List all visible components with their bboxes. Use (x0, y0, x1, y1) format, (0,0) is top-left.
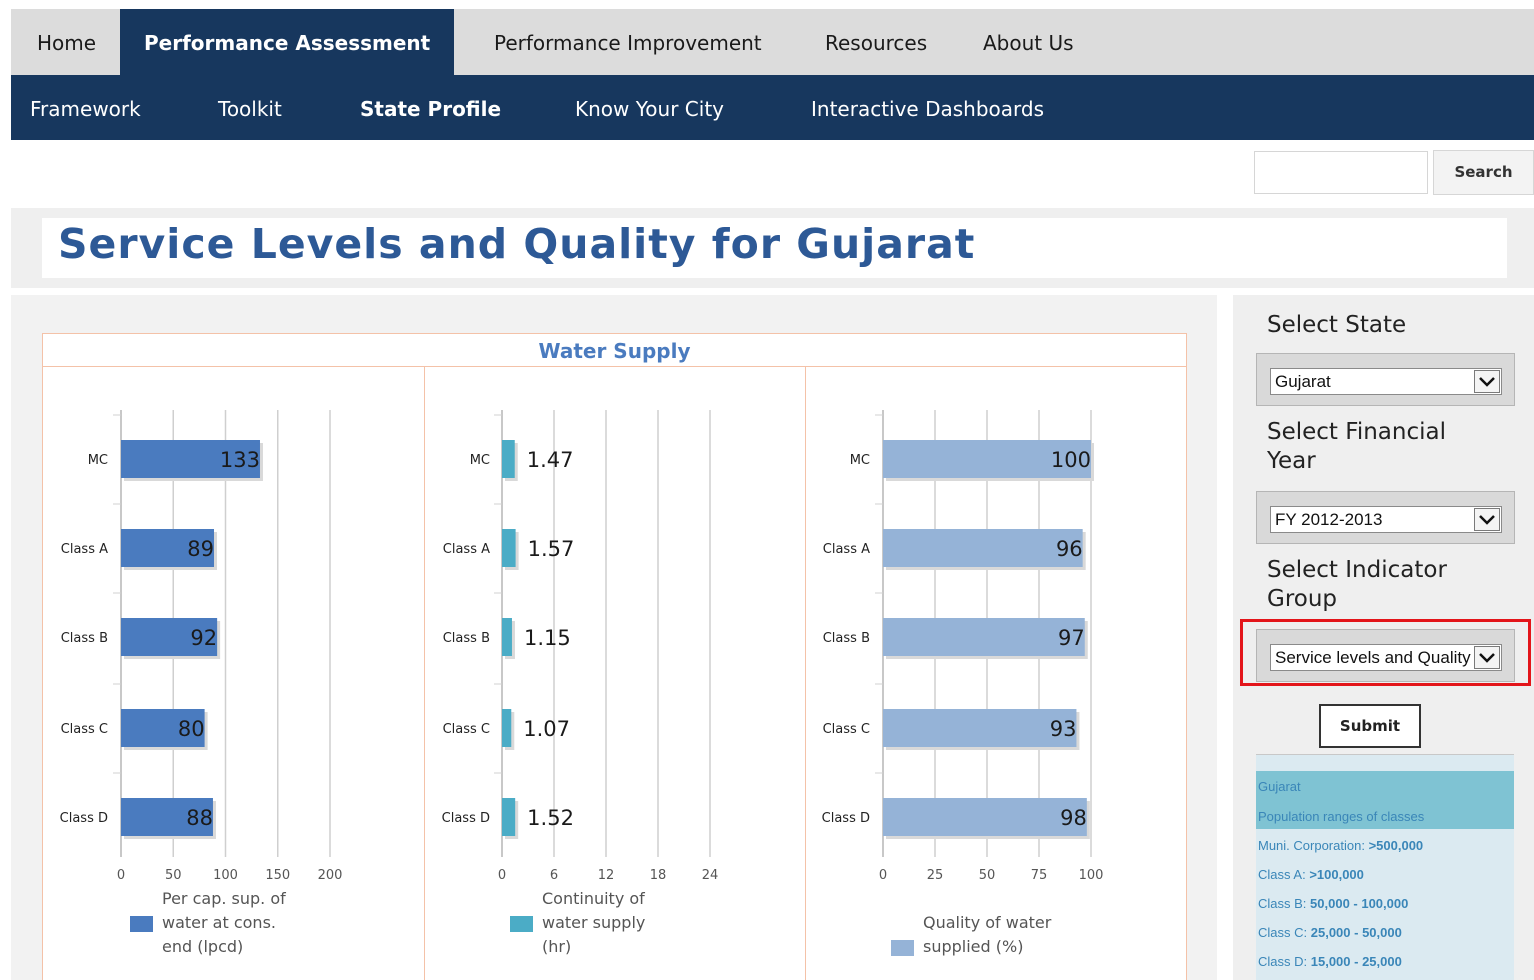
subnav-interactive-dashboards[interactable]: Interactive Dashboards (811, 75, 1044, 140)
select-year-label-line: Select Financial (1267, 419, 1446, 445)
search-input[interactable] (1254, 151, 1428, 194)
nav-performance-improvement[interactable]: Performance Improvement (494, 9, 762, 75)
primary-nav: Home Performance Assessment Performance … (11, 9, 1534, 75)
submit-button[interactable]: Submit (1319, 704, 1421, 748)
select-year-label-line: Year (1267, 448, 1316, 474)
subnav-toolkit[interactable]: Toolkit (218, 75, 282, 140)
info-row: Class D: 15,000 - 25,000 (1258, 954, 1402, 969)
info-state: Gujarat (1258, 779, 1301, 794)
select-year-label: Select Financial Year (1267, 418, 1446, 476)
select-indicator-label-line: Select Indicator (1267, 557, 1447, 583)
year-select-value: FY 2012-2013 (1275, 510, 1383, 529)
chevron-down-icon[interactable] (1474, 508, 1500, 531)
panel-divider (805, 367, 806, 980)
nav-performance-assessment[interactable]: Performance Assessment (120, 9, 455, 75)
info-row: Class A: >100,000 (1258, 867, 1364, 882)
state-select[interactable]: Gujarat (1270, 368, 1502, 395)
select-indicator-label-line: Group (1267, 586, 1338, 612)
subnav-state-profile[interactable]: State Profile (360, 75, 501, 140)
subnav-framework[interactable]: Framework (30, 75, 141, 140)
state-select-wrapper: Gujarat (1256, 353, 1515, 406)
chevron-down-icon[interactable] (1474, 370, 1500, 393)
info-row: Class C: 25,000 - 50,000 (1258, 925, 1402, 940)
population-info-box: Gujarat Population ranges of classes Mun… (1256, 754, 1514, 980)
chart-section-title: Water Supply (43, 334, 1186, 367)
page-title: Service Levels and Quality for Gujarat (58, 220, 976, 268)
info-row: Class B: 50,000 - 100,000 (1258, 896, 1409, 911)
search-button[interactable]: Search (1433, 150, 1534, 195)
panel-divider (424, 367, 425, 980)
secondary-nav: Framework Toolkit State Profile Know You… (11, 75, 1534, 140)
year-select[interactable]: FY 2012-2013 (1270, 506, 1502, 533)
nav-home[interactable]: Home (37, 9, 96, 75)
info-row: Muni. Corporation: >500,000 (1258, 838, 1424, 853)
nav-resources[interactable]: Resources (825, 9, 927, 75)
select-indicator-label: Select Indicator Group (1267, 556, 1447, 614)
select-state-label: Select State (1267, 312, 1407, 338)
year-select-wrapper: FY 2012-2013 (1256, 491, 1515, 544)
highlight-annotation (1240, 619, 1531, 686)
subnav-know-your-city[interactable]: Know Your City (575, 75, 724, 140)
info-heading: Population ranges of classes (1258, 809, 1425, 824)
state-select-value: Gujarat (1275, 372, 1331, 391)
nav-about-us[interactable]: About Us (983, 9, 1074, 75)
water-supply-chart-frame: Water Supply (42, 333, 1187, 980)
